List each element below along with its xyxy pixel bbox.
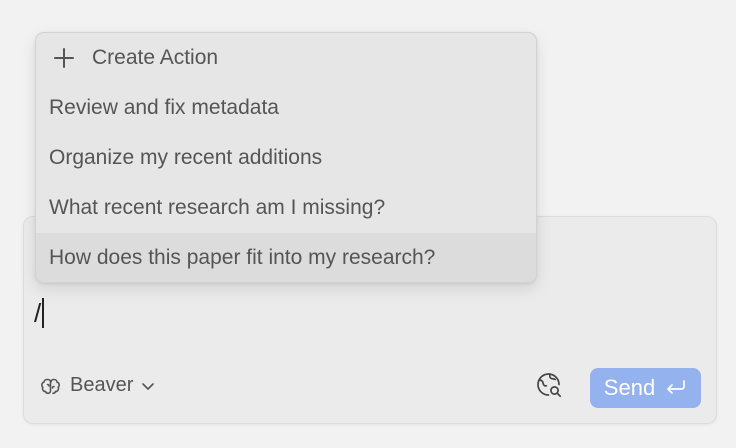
plus-icon bbox=[52, 46, 76, 70]
menu-item-paper-fit[interactable]: How does this paper fit into my research… bbox=[36, 233, 536, 282]
menu-item-label: Review and fix metadata bbox=[49, 96, 279, 119]
chevron-down-icon bbox=[141, 381, 155, 391]
return-icon bbox=[665, 375, 687, 401]
menu-item-organize-additions[interactable]: Organize my recent additions bbox=[36, 133, 536, 183]
send-button[interactable]: Send bbox=[590, 368, 701, 408]
message-input[interactable]: / bbox=[34, 297, 45, 329]
globe-search-icon bbox=[535, 371, 563, 404]
create-action-label: Create Action bbox=[92, 46, 219, 69]
web-search-button[interactable] bbox=[534, 372, 564, 402]
slash-command-menu: Create Action Review and fix metadata Or… bbox=[35, 32, 537, 283]
menu-item-label: What recent research am I missing? bbox=[49, 196, 386, 219]
menu-item-label: How does this paper fit into my research… bbox=[49, 246, 436, 269]
menu-item-missing-research[interactable]: What recent research am I missing? bbox=[36, 183, 536, 233]
brain-icon bbox=[40, 376, 62, 396]
model-selector[interactable]: Beaver bbox=[40, 374, 155, 397]
message-input-text: / bbox=[34, 298, 42, 328]
menu-item-review-metadata[interactable]: Review and fix metadata bbox=[36, 83, 536, 133]
menu-item-label: Organize my recent additions bbox=[49, 146, 323, 169]
text-caret bbox=[42, 298, 45, 328]
send-button-label: Send bbox=[603, 375, 656, 400]
model-selector-label: Beaver bbox=[70, 374, 134, 396]
create-action-item[interactable]: Create Action bbox=[36, 33, 536, 83]
